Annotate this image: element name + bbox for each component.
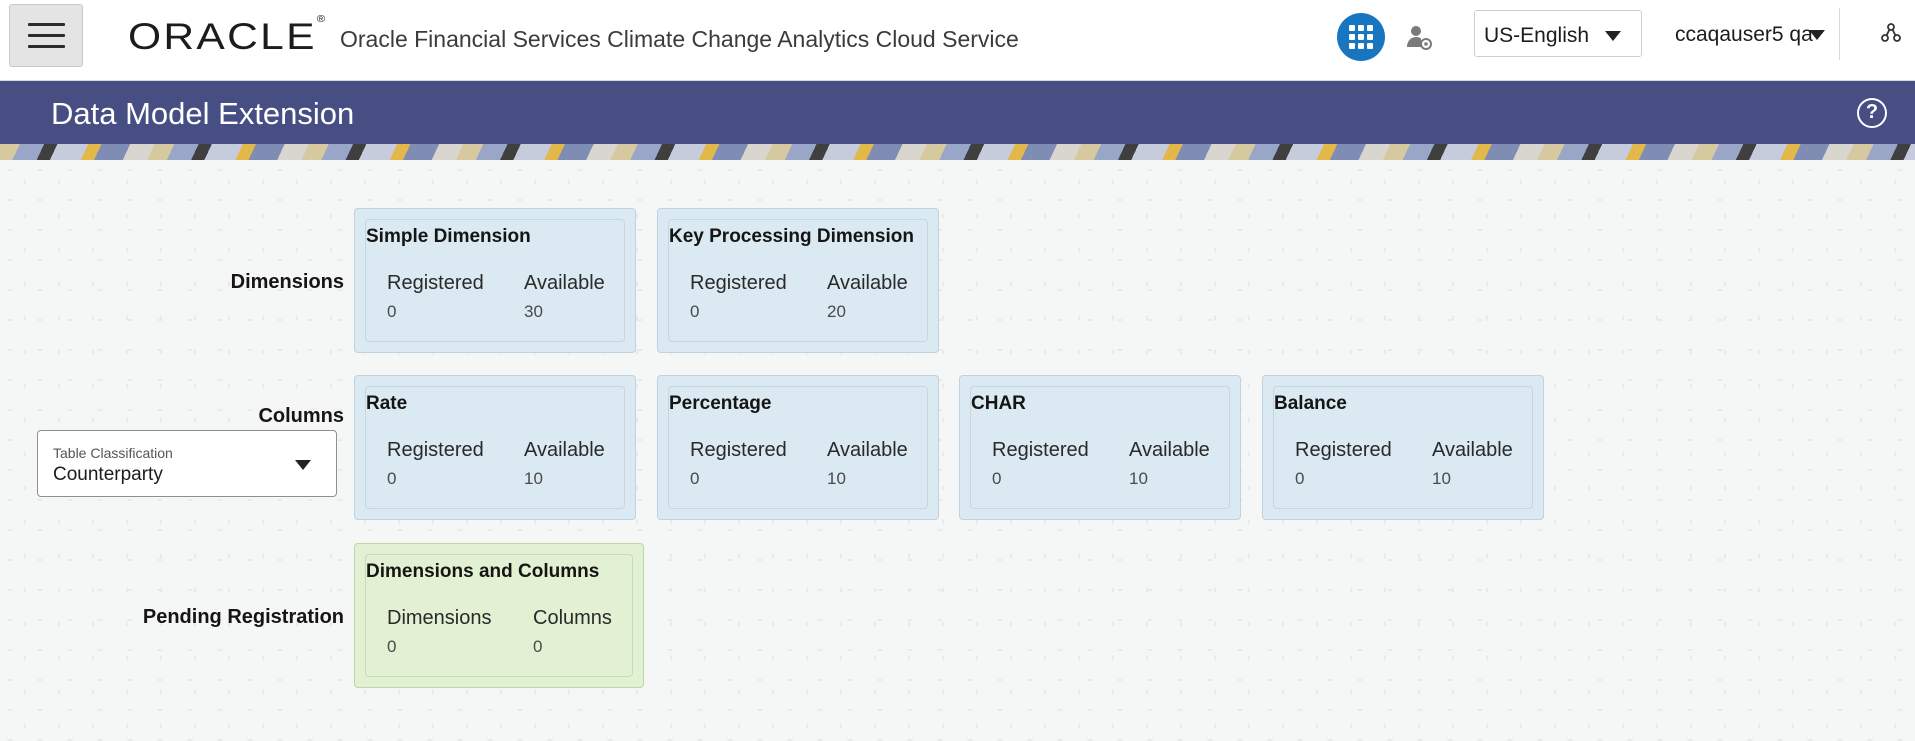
chevron-down-icon — [1809, 30, 1825, 40]
tile-body: Percentage Registered 0 Available 10 — [668, 386, 928, 509]
decorative-banner — [0, 144, 1915, 160]
tile-body: CHAR Registered 0 Available 10 — [970, 386, 1230, 509]
registered-value: 0 — [690, 302, 700, 321]
registered-label: Registered — [690, 272, 787, 294]
chevron-down-icon — [1605, 31, 1621, 41]
available-label: Available — [827, 439, 908, 461]
page-title-bar: Data Model Extension ? — [0, 81, 1915, 144]
table-classification-select[interactable]: Table Classification Counterparty — [37, 430, 337, 497]
available-label: Available — [827, 272, 908, 294]
registered-value: 0 — [690, 469, 700, 488]
registered-label: Registered — [1295, 439, 1392, 461]
user-settings-icon[interactable] — [1404, 22, 1434, 52]
tile-key-processing-dimension[interactable]: Key Processing Dimension Registered 0 Av… — [657, 208, 939, 353]
tile-title: CHAR — [971, 393, 1026, 414]
dimensions-row-label: Dimensions — [230, 271, 344, 293]
pending-columns-value: 0 — [533, 637, 543, 656]
registered-label: Registered — [387, 439, 484, 461]
available-label: Available — [524, 439, 605, 461]
tile-title: Key Processing Dimension — [669, 226, 914, 247]
tile-title: Balance — [1274, 393, 1347, 414]
tile-balance[interactable]: Balance Registered 0 Available 10 — [1262, 375, 1544, 520]
available-label: Available — [1432, 439, 1513, 461]
tile-simple-dimension[interactable]: Simple Dimension Registered 0 Available … — [354, 208, 636, 353]
apps-grid-icon[interactable] — [1337, 13, 1385, 61]
tile-title: Simple Dimension — [366, 226, 531, 247]
tile-body: Simple Dimension Registered 0 Available … — [365, 219, 625, 342]
available-label: Available — [524, 272, 605, 294]
header-divider — [1839, 8, 1840, 60]
tile-body: Balance Registered 0 Available 10 — [1273, 386, 1533, 509]
tile-body: Dimensions and Columns Dimensions 0 Colu… — [365, 554, 633, 677]
available-value: 10 — [1432, 469, 1451, 488]
tile-char[interactable]: CHAR Registered 0 Available 10 — [959, 375, 1241, 520]
available-value: 30 — [524, 302, 543, 321]
registered-label: Registered — [690, 439, 787, 461]
top-header: ORACLE® Oracle Financial Services Climat… — [0, 0, 1915, 81]
registered-label: Registered — [992, 439, 1089, 461]
tile-body: Rate Registered 0 Available 10 — [365, 386, 625, 509]
tile-rate[interactable]: Rate Registered 0 Available 10 — [354, 375, 636, 520]
language-select[interactable]: US-English — [1474, 10, 1642, 57]
tile-title: Dimensions and Columns — [366, 561, 600, 582]
hierarchy-icon[interactable] — [1880, 22, 1902, 44]
tile-percentage[interactable]: Percentage Registered 0 Available 10 — [657, 375, 939, 520]
tile-dimensions-and-columns[interactable]: Dimensions and Columns Dimensions 0 Colu… — [354, 543, 644, 688]
pending-registration-row-label: Pending Registration — [142, 606, 344, 628]
page-title: Data Model Extension — [51, 96, 355, 131]
pending-columns-label: Columns — [533, 607, 612, 629]
available-value: 10 — [524, 469, 543, 488]
tile-title: Rate — [366, 393, 408, 414]
language-value: US-English — [1484, 24, 1590, 47]
table-classification-label: Table Classification — [53, 445, 173, 461]
pending-dimensions-label: Dimensions — [387, 607, 492, 629]
tile-body: Key Processing Dimension Registered 0 Av… — [668, 219, 928, 342]
available-value: 10 — [827, 469, 846, 488]
available-value: 20 — [827, 302, 846, 321]
hamburger-menu-icon[interactable] — [9, 4, 83, 67]
columns-row-label: Columns — [258, 405, 344, 427]
app-title: Oracle Financial Services Climate Change… — [340, 26, 1019, 52]
chevron-down-icon — [295, 460, 311, 470]
table-classification-value: Counterparty — [53, 464, 163, 485]
tile-title: Percentage — [669, 393, 772, 414]
help-icon[interactable]: ? — [1857, 98, 1887, 128]
registered-value: 0 — [1295, 469, 1305, 488]
registered-value: 0 — [387, 302, 397, 321]
user-name: ccaqauser5 qa — [1675, 23, 1813, 46]
user-menu[interactable]: ccaqauser5 qa — [1648, 10, 1833, 57]
available-value: 10 — [1129, 469, 1148, 488]
registered-value: 0 — [992, 469, 1002, 488]
available-label: Available — [1129, 439, 1210, 461]
registered-value: 0 — [387, 469, 397, 488]
registered-label: Registered — [387, 272, 484, 294]
pending-dimensions-value: 0 — [387, 637, 397, 656]
oracle-logo: ORACLE® — [128, 13, 326, 57]
